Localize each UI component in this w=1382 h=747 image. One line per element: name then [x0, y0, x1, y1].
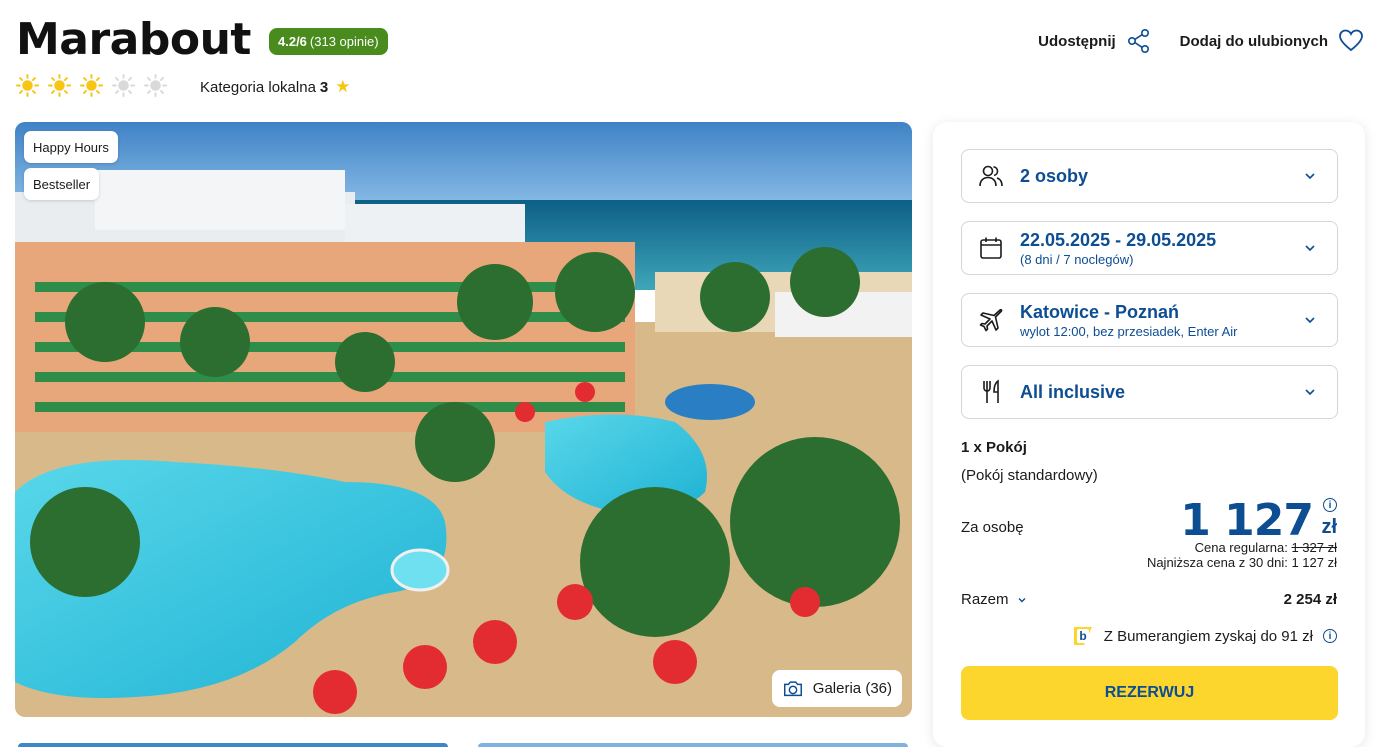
regular-price-label: Cena regularna:: [1194, 540, 1288, 555]
sun-icon-filled: [16, 74, 39, 97]
star-icon: ★: [335, 77, 351, 96]
regular-price: Cena regularna: 1 327 zł: [1195, 540, 1337, 555]
per-person-label: Za osobę: [961, 519, 1024, 536]
tag-bestseller: Bestseller: [24, 168, 100, 200]
hotel-photo[interactable]: [15, 122, 912, 717]
rating-badge[interactable]: 4.2/6 (313 opinie): [269, 28, 388, 55]
camera-icon: [783, 680, 802, 696]
reserve-button[interactable]: REZERWUJ: [961, 666, 1338, 720]
chevron-down-icon: [1018, 597, 1026, 602]
category-value: 3: [319, 78, 329, 96]
chevron-down-icon: [1305, 245, 1315, 252]
bumerang-promo: b Z Bumerangiem zyskaj do 91 zł i: [1072, 625, 1337, 647]
rating-reviews: (313 opinie): [309, 34, 379, 49]
chevron-down-icon: [1305, 173, 1315, 180]
add-to-favorites-button[interactable]: Dodaj do ulubionych: [1180, 28, 1364, 54]
dates-duration: (8 dni / 7 noclegów): [1020, 251, 1134, 267]
sun-icon-filled: [48, 74, 71, 97]
flight-route: Katowice - Poznań: [1020, 301, 1180, 322]
airplane-icon: [979, 308, 1003, 332]
price-info-icon[interactable]: i: [1323, 498, 1337, 512]
rating-score: 4.2/6: [278, 34, 307, 49]
heart-icon: [1339, 29, 1363, 52]
total-toggle[interactable]: Razem: [961, 591, 1027, 608]
sun-icon-empty: [112, 74, 135, 97]
hotel-name: Marabout: [16, 14, 251, 65]
room-type: (Pokój standardowy): [961, 467, 1098, 484]
gallery-label: Galeria (36): [812, 680, 892, 697]
thumbnail-photo[interactable]: [478, 743, 908, 747]
dates-value: 22.05.2025 - 29.05.2025: [1020, 229, 1217, 250]
favorites-label: Dodaj do ulubionych: [1179, 32, 1328, 50]
share-label: Udostępnij: [1038, 32, 1116, 50]
bumerang-text: Z Bumerangiem zyskaj do 91 zł: [1103, 627, 1313, 645]
price-currency: zł: [1321, 516, 1337, 538]
bumerang-info-icon[interactable]: i: [1323, 629, 1337, 643]
top-actions: Udostępnij Dodaj do ulubionych: [1038, 28, 1364, 54]
board-select[interactable]: All inclusive: [961, 365, 1338, 419]
flight-select[interactable]: Katowice - Poznań wylot 12:00, bez przes…: [961, 293, 1338, 347]
cutlery-icon: [983, 379, 999, 403]
tag-happy-hours: Happy Hours: [24, 131, 118, 163]
flight-details: wylot 12:00, bez przesiadek, Enter Air: [1020, 323, 1238, 339]
room-count: 1 x Pokój: [961, 439, 1027, 456]
open-gallery-button[interactable]: Galeria (36): [771, 670, 902, 707]
hotel-photo-gallery[interactable]: Happy Hours Bestseller Galeria (36): [15, 122, 912, 717]
thumbnail-photo[interactable]: [18, 743, 448, 747]
chevron-down-icon: [1305, 317, 1315, 324]
sun-rating: [16, 74, 167, 97]
persons-icon: [979, 165, 1003, 187]
local-category: Kategoria lokalna 3 ★: [200, 77, 351, 97]
share-icon: [1127, 28, 1149, 53]
svg-text:b: b: [1079, 629, 1086, 643]
price-per-person: 1 127: [1180, 495, 1314, 546]
persons-select[interactable]: 2 osoby: [961, 149, 1338, 203]
total-price: 2 254 zł: [1283, 591, 1337, 608]
category-label: Kategoria lokalna: [200, 78, 316, 96]
share-button[interactable]: Udostępnij: [1038, 28, 1152, 54]
booking-panel: 2 osoby 22.05.2025 - 29.05.2025 (8 dni /…: [933, 122, 1365, 747]
board-value: All inclusive: [1020, 381, 1126, 402]
dates-select[interactable]: 22.05.2025 - 29.05.2025 (8 dni / 7 nocle…: [961, 221, 1338, 275]
regular-price-value: 1 327 zł: [1291, 540, 1337, 555]
lowest-price-30-days: Najniższa cena z 30 dni: 1 127 zł: [1146, 555, 1337, 570]
total-label: Razem: [961, 591, 1009, 608]
sun-icon-filled: [80, 74, 103, 97]
chevron-down-icon: [1305, 389, 1315, 396]
sun-icon-empty: [144, 74, 167, 97]
calendar-icon: [980, 237, 1002, 259]
persons-value: 2 osoby: [1020, 165, 1089, 186]
bumerang-logo-icon: b: [1073, 627, 1092, 645]
